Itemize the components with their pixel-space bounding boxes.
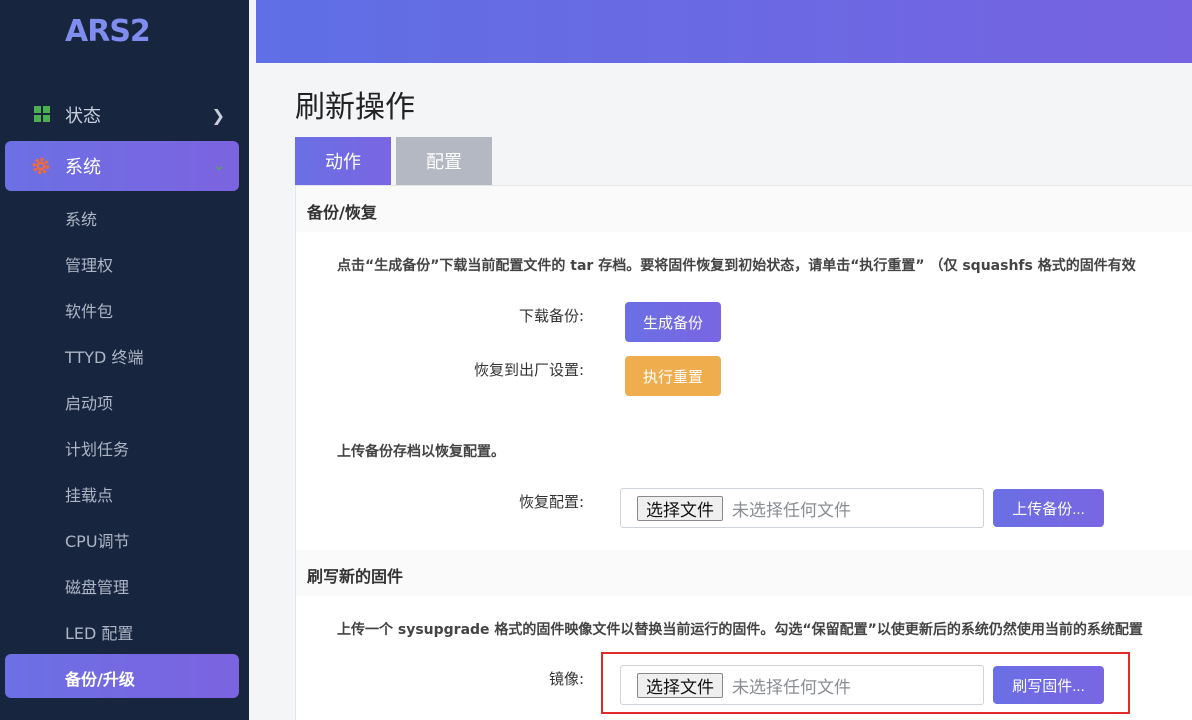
sidebar-subitem-ttyd[interactable]: TTYD 终端 — [65, 344, 143, 368]
flash-description: 上传一个 sysupgrade 格式的固件映像文件以替换当前运行的固件。勾选“保… — [337, 622, 1143, 638]
sidebar: ARS2 状态 ❯ 系统 ⌄ 系统 管理权 软件包 TTYD 终端 启动项 计划… — [0, 0, 249, 720]
sidebar-subitem-packages[interactable]: 软件包 — [65, 298, 113, 322]
page-title: 刷新操作 — [295, 90, 415, 125]
choose-file-button[interactable]: 选择文件 — [637, 496, 723, 521]
brand-logo: ARS2 — [65, 14, 151, 49]
sidebar-subitem-system[interactable]: 系统 — [65, 206, 97, 230]
sidebar-subitem-led[interactable]: LED 配置 — [65, 620, 133, 644]
no-file-text: 未选择任何文件 — [732, 501, 851, 521]
upload-backup-description: 上传备份存档以恢复配置。 — [337, 444, 505, 460]
highlight-box — [601, 652, 1130, 714]
sidebar-item-status[interactable]: 状态 ❯ — [5, 90, 239, 140]
flash-section-title: 刷写新的固件 — [307, 567, 404, 586]
restore-config-label: 恢复配置: — [518, 493, 584, 511]
gear-icon — [32, 157, 50, 175]
header-bar — [256, 0, 1192, 63]
sidebar-item-label: 备份/升级 — [65, 670, 135, 689]
chevron-right-icon: ❯ — [211, 105, 225, 125]
tab-action[interactable]: 动作 — [295, 137, 391, 185]
upload-backup-button[interactable]: 上传备份... — [993, 489, 1104, 527]
sidebar-subitem-cpu[interactable]: CPU调节 — [65, 528, 130, 552]
section-header — [296, 550, 1192, 596]
tab-config[interactable]: 配置 — [396, 137, 492, 185]
factory-reset-label: 恢复到出厂设置: — [473, 361, 584, 379]
generate-backup-button[interactable]: 生成备份 — [625, 302, 721, 342]
grid-icon — [34, 106, 50, 122]
sidebar-item-label: 系统 — [65, 157, 101, 178]
backup-section-title: 备份/恢复 — [307, 203, 377, 222]
sidebar-subitem-disk[interactable]: 磁盘管理 — [65, 574, 129, 598]
sidebar-subitem-backup-upgrade[interactable]: 备份/升级 — [5, 654, 239, 698]
sidebar-item-system[interactable]: 系统 ⌄ — [5, 141, 239, 191]
sidebar-subitem-admin[interactable]: 管理权 — [65, 252, 113, 276]
perform-reset-button[interactable]: 执行重置 — [625, 356, 721, 396]
backup-description: 点击“生成备份”下载当前配置文件的 tar 存档。要将固件恢复到初始状态，请单击… — [337, 258, 1136, 274]
sidebar-subitem-mounts[interactable]: 挂载点 — [65, 482, 113, 506]
chevron-down-icon: ⌄ — [213, 158, 225, 174]
download-backup-label: 下载备份: — [518, 307, 584, 325]
sidebar-subitem-cron[interactable]: 计划任务 — [65, 436, 129, 460]
restore-file-input[interactable]: 选择文件 未选择任何文件 — [620, 488, 984, 528]
sidebar-subitem-startup[interactable]: 启动项 — [65, 390, 113, 414]
image-label: 镜像: — [548, 670, 584, 688]
sidebar-item-label: 状态 — [65, 106, 101, 127]
section-header — [296, 186, 1192, 232]
